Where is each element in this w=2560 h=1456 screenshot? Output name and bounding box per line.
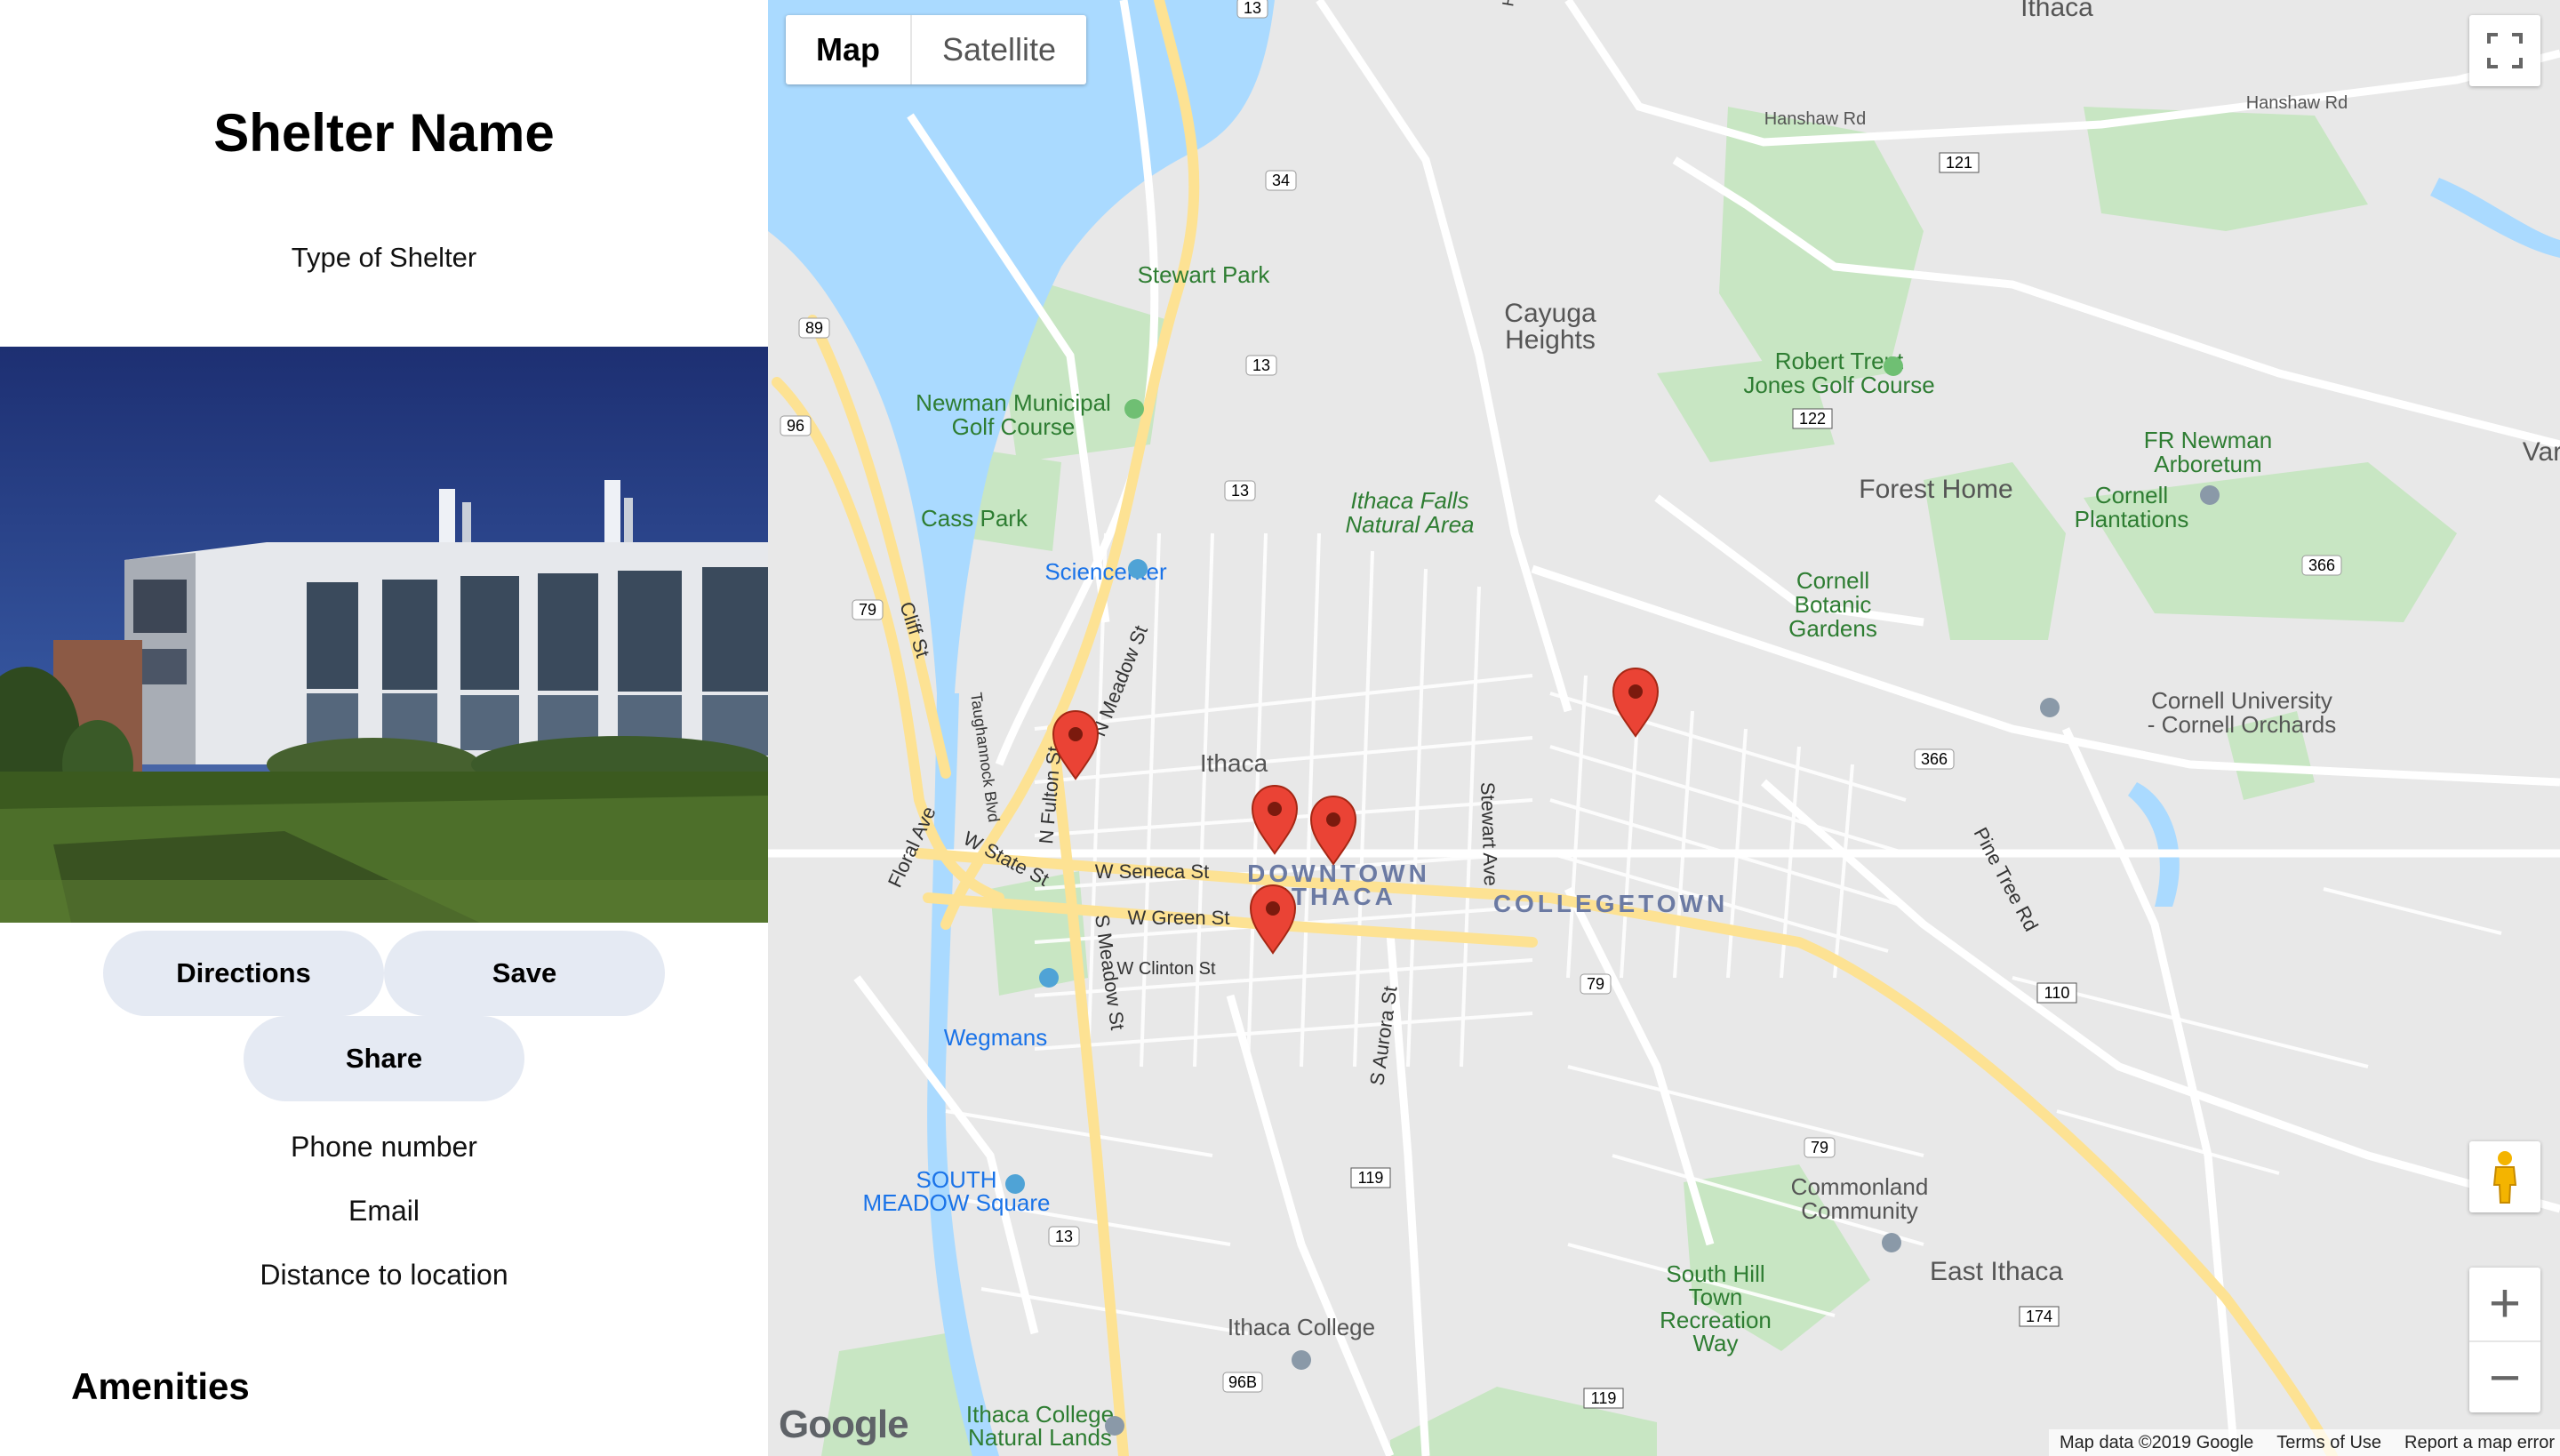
svg-text:Cass Park: Cass Park <box>921 505 1028 532</box>
svg-text:MEADOW Square: MEADOW Square <box>863 1189 1051 1216</box>
fullscreen-button[interactable] <box>2469 15 2540 86</box>
svg-text:Stewart Ave: Stewart Ave <box>1476 781 1502 886</box>
svg-text:Hanshaw Rd: Hanshaw Rd <box>2246 93 2348 113</box>
svg-text:Ithaca: Ithaca <box>1200 749 1268 777</box>
svg-text:Hanshaw Rd: Hanshaw Rd <box>1764 109 1867 129</box>
distance-to-location: Distance to location <box>260 1259 508 1291</box>
map-view[interactable]: 13 34 13 13 89 96 79 79 79 13 121 122 36… <box>768 0 2560 1456</box>
shelter-panel: Shelter Name Type of Shelter Directions … <box>0 0 768 1456</box>
map-footer: Map data ©2019 Google Terms of Use Repor… <box>2048 1429 2560 1456</box>
svg-text:Forest Home: Forest Home <box>1859 475 2012 504</box>
report-map-error-link[interactable]: Report a map error <box>2404 1433 2555 1453</box>
amenities-heading: Amenities <box>71 1365 250 1407</box>
map-data-attribution: Map data ©2019 Google <box>2059 1432 2254 1452</box>
svg-text:122: 122 <box>1799 410 1826 428</box>
svg-text:Heights: Heights <box>1505 325 1596 355</box>
svg-text:Newman Municipal: Newman Municipal <box>916 389 1111 416</box>
svg-text:Cornell University: Cornell University <box>2151 687 2332 714</box>
svg-text:121: 121 <box>1946 154 1972 172</box>
svg-text:Plantations: Plantations <box>2075 506 2189 532</box>
fullscreen-icon <box>2487 33 2523 68</box>
svg-text:174: 174 <box>2026 1308 2052 1325</box>
zoom-control: + − <box>2469 1268 2540 1412</box>
zoom-in-button[interactable]: + <box>2469 1268 2540 1339</box>
svg-text:Cornell: Cornell <box>1796 567 1869 594</box>
google-logo: Google <box>779 1403 909 1447</box>
map-type-map-button[interactable]: Map <box>786 15 910 84</box>
svg-text:Wegmans: Wegmans <box>944 1024 1048 1051</box>
svg-text:Ithaca Falls: Ithaca Falls <box>1351 487 1469 514</box>
share-button[interactable]: Share <box>244 1016 524 1101</box>
svg-text:Natural Lands: Natural Lands <box>968 1424 1112 1451</box>
svg-text:79: 79 <box>1811 1139 1828 1156</box>
shelter-photo <box>0 347 768 923</box>
svg-text:79: 79 <box>859 601 876 619</box>
svg-text:Var: Var <box>2523 437 2560 467</box>
svg-text:110: 110 <box>2044 984 2070 1002</box>
svg-text:FR Newman: FR Newman <box>2144 427 2272 453</box>
svg-text:Cornell: Cornell <box>2095 482 2168 508</box>
map-type-toggle: Map Satellite <box>786 15 1087 84</box>
svg-text:W Green St: W Green St <box>1128 907 1230 929</box>
svg-text:- Cornell Orchards: - Cornell Orchards <box>2148 711 2336 738</box>
svg-text:89: 89 <box>805 319 823 337</box>
svg-text:W Seneca St: W Seneca St <box>1095 860 1209 883</box>
svg-text:COLLEGETOWN: COLLEGETOWN <box>1493 890 1728 917</box>
svg-text:Gardens: Gardens <box>1788 615 1877 642</box>
svg-text:ITHACA: ITHACA <box>1281 883 1396 910</box>
svg-text:79: 79 <box>1587 975 1604 993</box>
svg-text:Sciencenter: Sciencenter <box>1044 558 1167 585</box>
svg-text:13: 13 <box>1252 356 1270 374</box>
directions-button[interactable]: Directions <box>103 931 384 1016</box>
svg-text:Cayuga: Cayuga <box>1504 299 1596 328</box>
svg-text:366: 366 <box>2308 556 2335 574</box>
svg-text:Stewart Park: Stewart Park <box>1138 261 1271 288</box>
svg-text:Ithaca College: Ithaca College <box>1228 1314 1375 1340</box>
svg-text:119: 119 <box>1358 1169 1384 1187</box>
svg-text:366: 366 <box>1921 750 1948 768</box>
svg-text:East Ithaca: East Ithaca <box>1930 1257 2063 1286</box>
svg-text:96: 96 <box>787 417 804 435</box>
shelter-type: Type of Shelter <box>291 242 477 273</box>
svg-text:96B: 96B <box>1228 1373 1257 1391</box>
svg-text:34: 34 <box>1272 172 1290 189</box>
svg-text:Ithaca: Ithaca <box>2020 0 2093 22</box>
svg-text:Golf Course: Golf Course <box>952 413 1076 440</box>
map-type-satellite-button[interactable]: Satellite <box>910 15 1086 84</box>
svg-text:Natural Area: Natural Area <box>1346 511 1475 538</box>
phone-number: Phone number <box>291 1131 477 1163</box>
svg-text:W Clinton St: W Clinton St <box>1116 959 1216 979</box>
svg-text:119: 119 <box>1591 1389 1617 1407</box>
map-canvas[interactable]: 13 34 13 13 89 96 79 79 79 13 121 122 36… <box>768 0 2560 1456</box>
svg-text:13: 13 <box>1055 1228 1073 1245</box>
pegman-icon <box>2492 1151 2517 1204</box>
email: Email <box>348 1195 420 1227</box>
svg-text:Arboretum: Arboretum <box>2154 451 2261 477</box>
svg-text:Botanic: Botanic <box>1795 591 1872 618</box>
svg-text:Way: Way <box>1692 1330 1738 1356</box>
street-view-button[interactable] <box>2469 1141 2540 1212</box>
svg-text:Commonland: Commonland <box>1791 1173 1929 1200</box>
svg-text:13: 13 <box>1244 0 1261 17</box>
terms-of-use-link[interactable]: Terms of Use <box>2276 1433 2381 1453</box>
google-logo-text: Google <box>779 1403 909 1446</box>
svg-text:Community: Community <box>1801 1197 1917 1224</box>
save-button[interactable]: Save <box>384 931 665 1016</box>
svg-text:Jones Golf Course: Jones Golf Course <box>1743 372 1934 398</box>
svg-text:13: 13 <box>1231 482 1249 500</box>
shelter-name: Shelter Name <box>213 103 555 163</box>
zoom-out-button[interactable]: − <box>2469 1340 2540 1413</box>
